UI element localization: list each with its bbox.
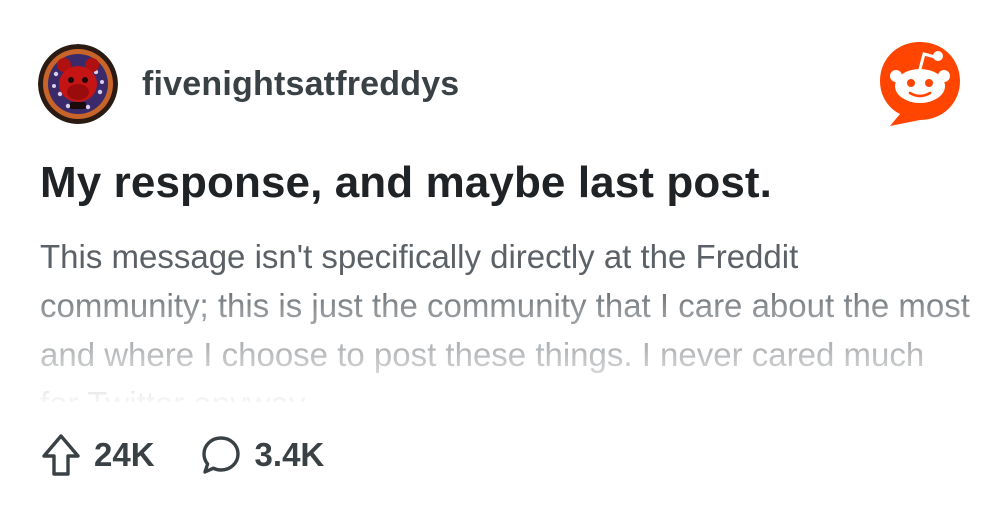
reddit-logo-icon xyxy=(880,42,960,126)
post-actions: 24K 3.4K xyxy=(40,430,368,480)
comment-bubble-icon xyxy=(201,436,240,474)
upvote-count: 24K xyxy=(94,436,155,473)
post-body[interactable]: This message isn't specifically directly… xyxy=(40,232,970,402)
subreddit-avatar[interactable] xyxy=(38,44,118,124)
comments-button[interactable]: 3.4K xyxy=(199,433,325,477)
post-header: fivenightsatfreddys xyxy=(38,42,459,126)
freddy-avatar-icon xyxy=(38,44,118,124)
post-card: fivenightsatfreddys My response, and may… xyxy=(0,0,1000,521)
reddit-logo xyxy=(872,36,968,132)
post-title[interactable]: My response, and maybe last post. xyxy=(40,158,772,208)
comment-count: 3.4K xyxy=(254,436,325,473)
upvote-button[interactable]: 24K xyxy=(40,432,155,478)
subreddit-name[interactable]: fivenightsatfreddys xyxy=(142,65,459,104)
post-body-text: This message isn't specifically directly… xyxy=(40,238,970,402)
upvote-arrow-icon xyxy=(42,434,80,476)
